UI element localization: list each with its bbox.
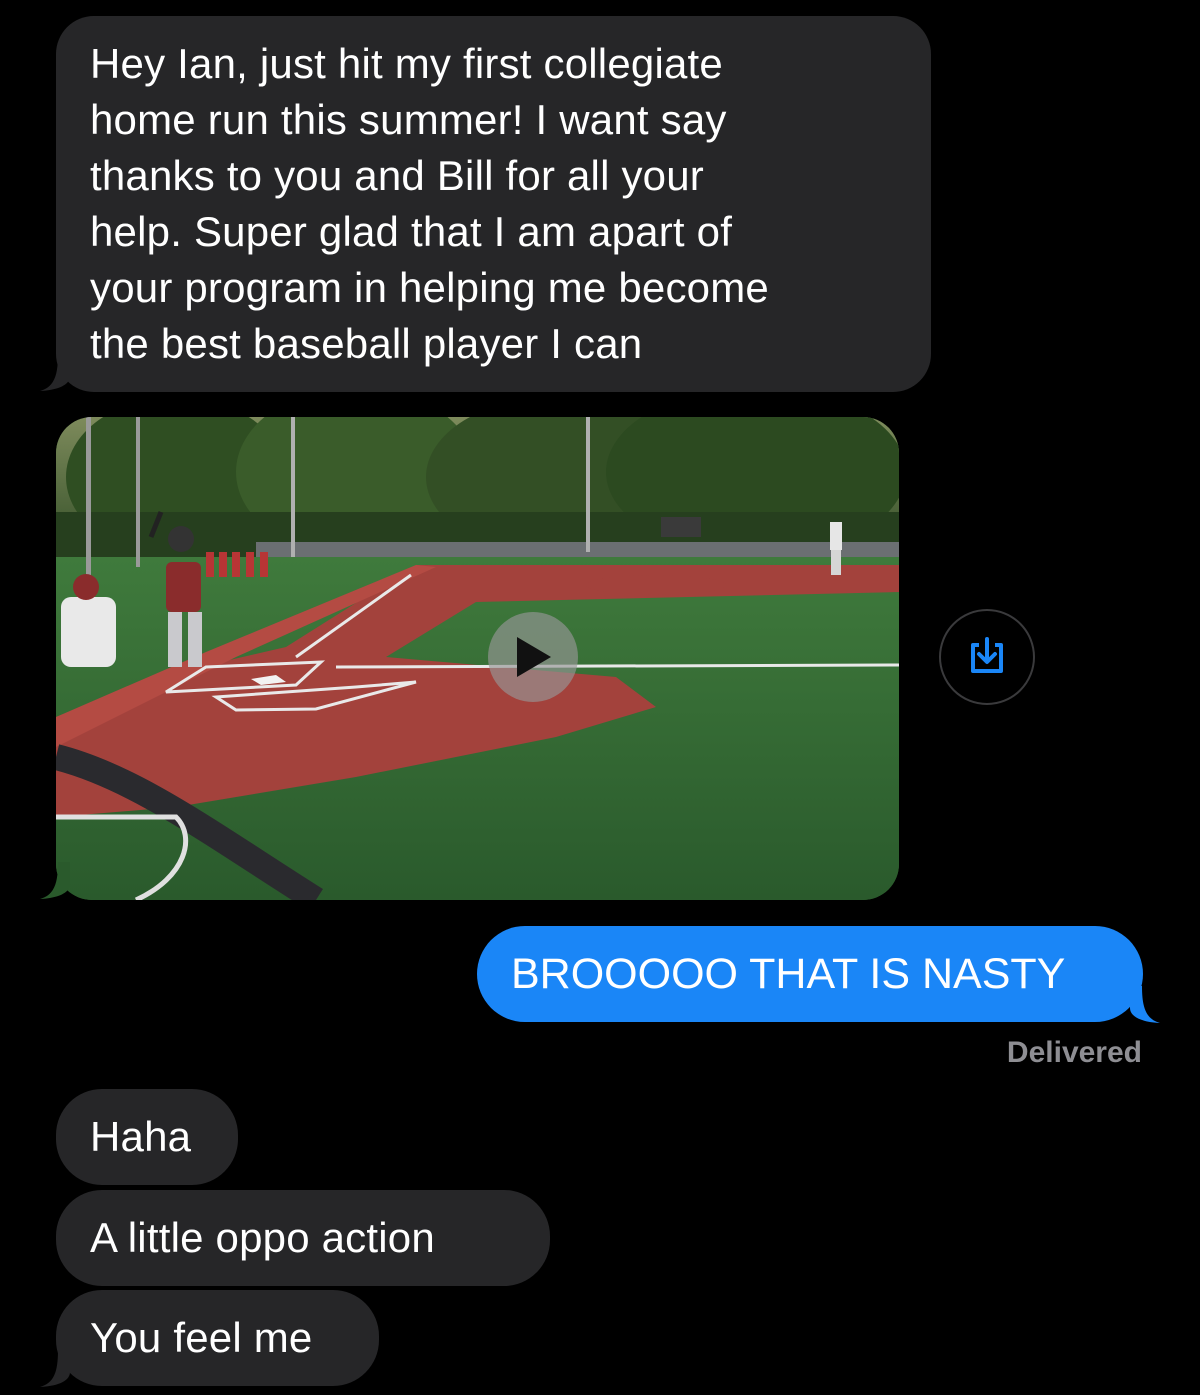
- play-button[interactable]: [488, 612, 578, 702]
- message-line: help. Super glad that I am apart of: [90, 208, 733, 255]
- bubble-tail: [40, 354, 70, 391]
- incoming-message-bubble[interactable]: Hey Ian, just hit my first collegiate ho…: [56, 16, 931, 392]
- message-line: home run this summer! I want say: [90, 96, 727, 143]
- bubble-tail: [1130, 986, 1160, 1023]
- message-text: A little oppo action: [90, 1214, 435, 1261]
- message-text: You feel me: [90, 1314, 313, 1361]
- message-line: Hey Ian, just hit my first collegiate: [90, 40, 723, 87]
- message-line: the best baseball player I can: [90, 320, 643, 367]
- delivery-status: Delivered: [1006, 1036, 1142, 1069]
- message-line: your program in helping me become: [90, 264, 769, 311]
- incoming-message-bubble[interactable]: You feel me: [56, 1290, 379, 1386]
- video-thumbnail: [56, 417, 899, 900]
- download-icon: [971, 637, 1003, 673]
- bubble-tail: [40, 862, 70, 899]
- message-line: thanks to you and Bill for all your: [90, 152, 704, 199]
- video-attachment[interactable]: [56, 417, 899, 900]
- play-icon: [517, 637, 551, 677]
- save-video-button[interactable]: [939, 609, 1035, 705]
- message-text: BROOOOO THAT IS NASTY: [511, 950, 1066, 998]
- incoming-message-bubble[interactable]: Haha: [56, 1089, 238, 1185]
- bubble-tail: [40, 1350, 70, 1387]
- incoming-message-bubble[interactable]: A little oppo action: [56, 1190, 550, 1286]
- outgoing-message-bubble[interactable]: BROOOOO THAT IS NASTY: [477, 926, 1143, 1022]
- message-text: Haha: [90, 1113, 192, 1160]
